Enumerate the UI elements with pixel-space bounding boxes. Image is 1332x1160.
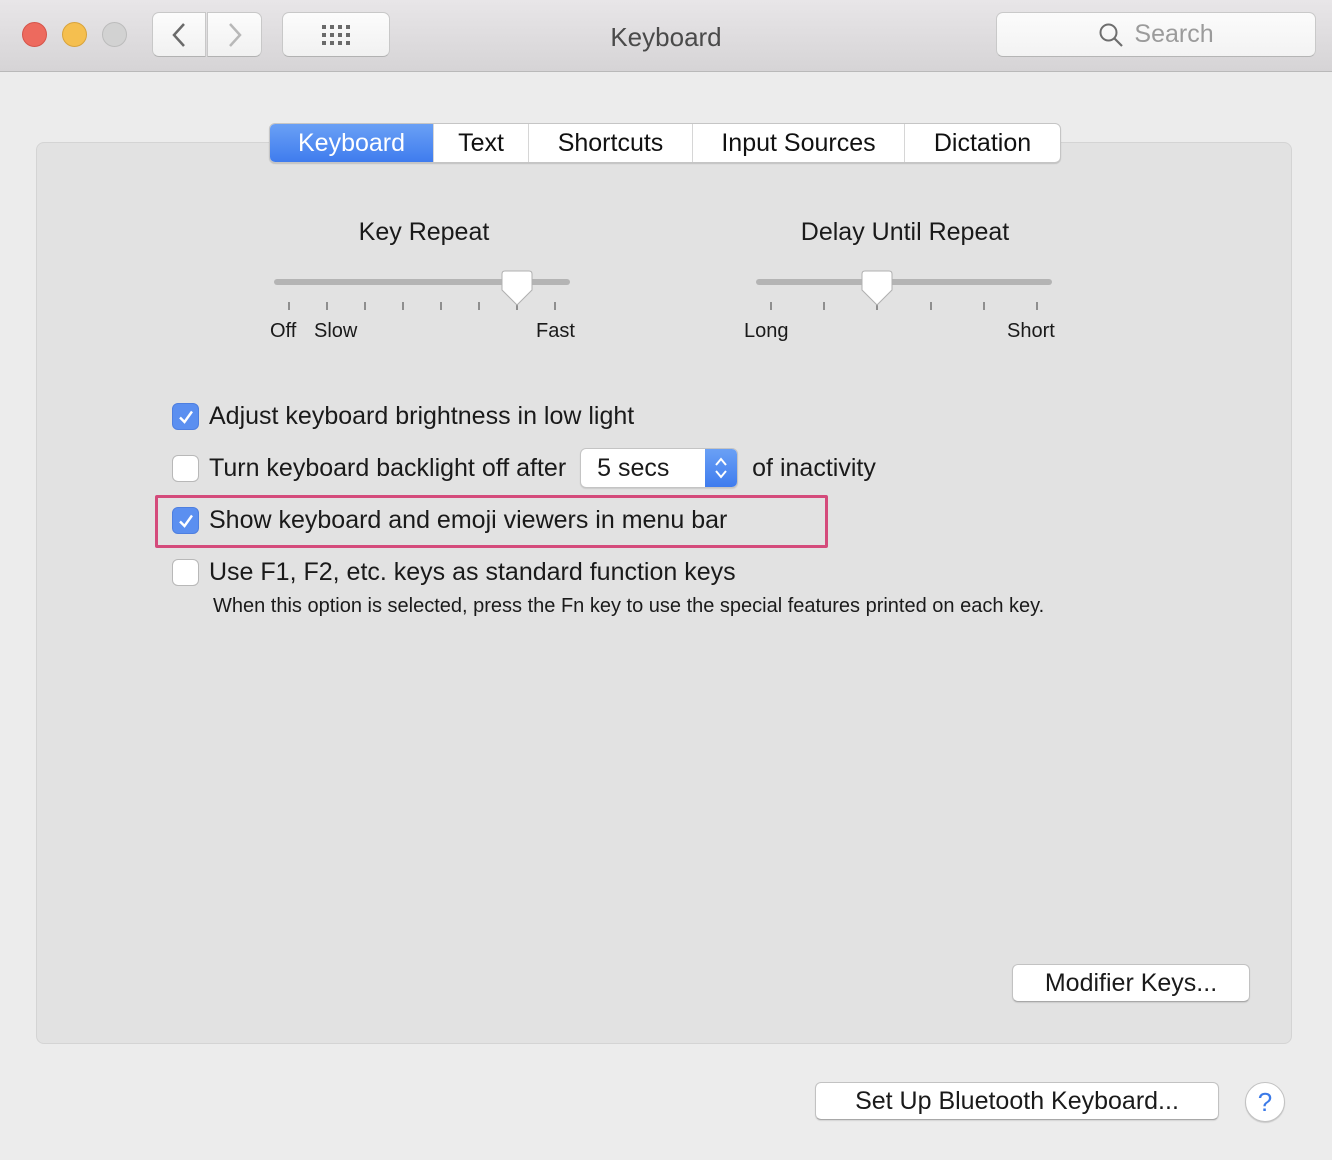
delay-label-short: Short bbox=[1007, 320, 1055, 342]
delay-until-repeat-tick bbox=[770, 302, 772, 310]
delay-label-long: Long bbox=[744, 320, 789, 342]
key-repeat-title: Key Repeat bbox=[358, 218, 490, 246]
title-bar: Keyboard Search bbox=[0, 0, 1332, 72]
backlight-off-option: Turn keyboard backlight off after 5 secs… bbox=[172, 448, 876, 488]
content-panel bbox=[36, 142, 1292, 1044]
show-viewers-label: Show keyboard and emoji viewers in menu … bbox=[209, 506, 728, 534]
show-viewers-option[interactable]: Show keyboard and emoji viewers in menu … bbox=[172, 506, 727, 535]
delay-until-repeat-slider-track[interactable] bbox=[756, 279, 1052, 285]
key-repeat-label-off: Off bbox=[270, 320, 297, 342]
function-keys-note: When this option is selected, press the … bbox=[213, 595, 1045, 617]
tab-dictation[interactable]: Dictation bbox=[904, 124, 1060, 162]
key-repeat-tick bbox=[440, 302, 442, 310]
key-repeat-tick bbox=[364, 302, 366, 310]
backlight-timeout-popup[interactable]: 5 secs bbox=[580, 448, 739, 488]
checkmark-icon bbox=[178, 514, 193, 528]
search-field[interactable]: Search bbox=[996, 12, 1316, 57]
adjust-brightness-checkbox[interactable] bbox=[172, 403, 199, 430]
delay-until-repeat-tick bbox=[1036, 302, 1038, 310]
key-repeat-tick bbox=[402, 302, 404, 310]
key-repeat-label-slow: Slow bbox=[314, 320, 358, 342]
tab-bar: Keyboard Text Shortcuts Input Sources Di… bbox=[269, 123, 1061, 163]
function-keys-label: Use F1, F2, etc. keys as standard functi… bbox=[209, 558, 736, 586]
backlight-off-label: Turn keyboard backlight off after bbox=[209, 453, 567, 482]
tab-keyboard[interactable]: Keyboard bbox=[270, 124, 433, 162]
delay-until-repeat-group: Delay Until Repeat Long Short bbox=[740, 218, 1070, 348]
tab-input-sources[interactable]: Input Sources bbox=[692, 124, 904, 162]
adjust-brightness-label: Adjust keyboard brightness in low light bbox=[209, 402, 635, 430]
delay-until-repeat-title: Delay Until Repeat bbox=[800, 218, 1010, 246]
help-button[interactable]: ? bbox=[1245, 1082, 1285, 1122]
key-repeat-label-fast: Fast bbox=[536, 320, 575, 342]
modifier-keys-button[interactable]: Modifier Keys... bbox=[1012, 964, 1250, 1002]
key-repeat-tick bbox=[478, 302, 480, 310]
search-icon bbox=[1099, 23, 1124, 47]
backlight-timeout-value: 5 secs bbox=[597, 453, 670, 482]
search-placeholder: Search bbox=[1134, 20, 1214, 48]
checkmark-icon bbox=[178, 410, 193, 424]
adjust-brightness-option[interactable]: Adjust keyboard brightness in low light bbox=[172, 402, 634, 431]
delay-until-repeat-tick bbox=[929, 302, 932, 310]
backlight-off-checkbox[interactable] bbox=[172, 454, 199, 482]
function-keys-checkbox[interactable] bbox=[172, 559, 199, 586]
key-repeat-tick bbox=[288, 302, 290, 310]
key-repeat-group: Key Repeat Off Slow Fast bbox=[264, 218, 584, 348]
question-mark-icon: ? bbox=[1257, 1086, 1273, 1117]
setup-bluetooth-keyboard-button[interactable]: Set Up Bluetooth Keyboard... bbox=[815, 1082, 1219, 1120]
updown-arrows-icon bbox=[705, 449, 738, 487]
key-repeat-slider-thumb[interactable] bbox=[501, 270, 533, 306]
show-viewers-checkbox[interactable] bbox=[172, 507, 199, 534]
delay-until-repeat-slider-thumb[interactable] bbox=[861, 270, 893, 306]
tab-text[interactable]: Text bbox=[433, 124, 528, 162]
delay-until-repeat-tick bbox=[823, 302, 826, 310]
key-repeat-tick bbox=[326, 302, 328, 310]
key-repeat-tick bbox=[554, 302, 556, 310]
delay-until-repeat-tick bbox=[982, 302, 985, 310]
tab-shortcuts[interactable]: Shortcuts bbox=[528, 124, 692, 162]
backlight-off-suffix: of inactivity bbox=[752, 453, 876, 482]
function-keys-option[interactable]: Use F1, F2, etc. keys as standard functi… bbox=[172, 558, 736, 587]
